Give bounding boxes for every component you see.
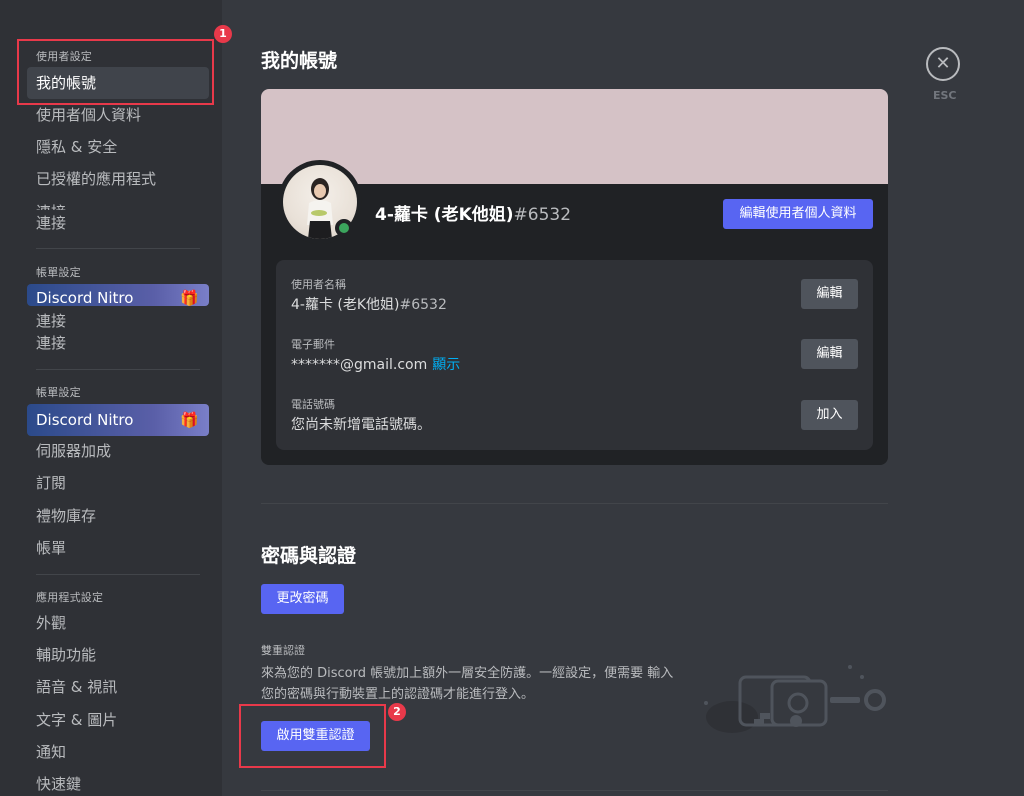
sidebar-item-voice-video[interactable]: 語音 & 視訊 bbox=[27, 671, 209, 703]
annotation-box-1 bbox=[17, 39, 214, 105]
change-password-button[interactable]: 更改密碼 bbox=[261, 584, 344, 614]
sidebar-item-nitro[interactable]: Discord Nitro 🎁 bbox=[27, 404, 209, 436]
annotation-number-1: 1 bbox=[214, 25, 232, 43]
phone-field-label: 電話號碼 bbox=[291, 398, 335, 411]
sidebar-item-keybinds[interactable]: 快速鍵 bbox=[27, 768, 209, 796]
account-fields: 使用者名稱 4-蘿卡 (老K他姐)#6532 編輯 電子郵件 *******@g… bbox=[276, 260, 873, 450]
sidebar-item-connections[interactable]: 連接 bbox=[27, 207, 209, 239]
phone-field-value: 您尚未新增電話號碼。 bbox=[291, 417, 431, 433]
nitro-label: Discord Nitro bbox=[36, 289, 134, 306]
sidebar-item-accessibility[interactable]: 輔助功能 bbox=[27, 639, 209, 671]
main-content: 我的帳號 4-蘿卡 (老K他姐)#6532 編輯使用者個人資料 使用者名稱 4- bbox=[222, 0, 1024, 796]
section-divider bbox=[261, 503, 888, 504]
add-phone-button[interactable]: 加入 bbox=[801, 400, 858, 430]
nitro-label: Discord Nitro bbox=[36, 411, 134, 429]
email-field-label: 電子郵件 bbox=[291, 338, 335, 351]
gift-icon: 🎁 bbox=[180, 411, 199, 429]
section-divider bbox=[261, 790, 888, 791]
reveal-email-link[interactable]: 顯示 bbox=[432, 357, 460, 373]
sidebar-item-connections-3[interactable]: 連接 bbox=[27, 327, 209, 359]
twofa-label: 雙重認證 bbox=[261, 644, 305, 657]
sidebar-item-subscriptions[interactable]: 訂閱 bbox=[27, 467, 209, 499]
section-header-billing-2: 帳單設定 bbox=[36, 386, 81, 399]
page-title: 我的帳號 bbox=[261, 50, 338, 72]
sidebar-item-server-boost[interactable]: 伺服器加成 bbox=[27, 435, 209, 467]
account-profile-card: 4-蘿卡 (老K他姐)#6532 編輯使用者個人資料 使用者名稱 4-蘿卡 (老… bbox=[261, 89, 888, 465]
sidebar-item-privacy-safety[interactable]: 隱私 & 安全 bbox=[27, 131, 209, 163]
username-field-value: 4-蘿卡 (老K他姐)#6532 bbox=[291, 294, 447, 314]
password-section-title: 密碼與認證 bbox=[261, 545, 357, 567]
online-status-icon bbox=[335, 219, 353, 237]
edit-username-button[interactable]: 編輯 bbox=[801, 279, 858, 309]
sidebar-item-text-images[interactable]: 文字 & 圖片 bbox=[27, 704, 209, 736]
sidebar-item-appearance[interactable]: 外觀 bbox=[27, 607, 209, 639]
card-username: 4-蘿卡 (老K他姐)#6532 bbox=[375, 200, 571, 225]
username-field-label: 使用者名稱 bbox=[291, 278, 346, 291]
sidebar-divider bbox=[36, 369, 200, 370]
sidebar-item-billing[interactable]: 帳單 bbox=[27, 532, 209, 564]
username-tag: #6532 bbox=[513, 205, 572, 225]
email-value: *******@gmail.com bbox=[291, 357, 428, 373]
sidebar-divider bbox=[36, 248, 200, 249]
section-header-billing: 帳單設定 bbox=[36, 266, 81, 279]
email-field-value: *******@gmail.com 顯示 bbox=[291, 354, 460, 374]
gift-icon: 🎁 bbox=[180, 289, 199, 306]
sidebar-item-gift-inventory[interactable]: 禮物庫存 bbox=[27, 500, 209, 532]
username-text: 4-蘿卡 (老K他姐) bbox=[375, 205, 514, 225]
settings-sidebar: 使用者設定 我的帳號 使用者個人資料 隱私 & 安全 已授權的應用程式 連接 連… bbox=[0, 0, 222, 796]
username-tag-value: #6532 bbox=[399, 297, 447, 313]
sidebar-item-nitro-clipped[interactable]: Discord Nitro 🎁 bbox=[27, 284, 209, 306]
edit-user-profile-button[interactable]: 編輯使用者個人資料 bbox=[723, 199, 873, 229]
safe-illustration-icon bbox=[700, 655, 890, 735]
twofa-description: 來為您的 Discord 帳號加上額外一層安全防護。一經設定，便需要 輸入您的密… bbox=[261, 666, 674, 702]
avatar[interactable] bbox=[278, 160, 362, 244]
annotation-number-2: 2 bbox=[388, 703, 406, 721]
close-icon[interactable]: ✕ bbox=[926, 47, 960, 81]
sidebar-item-notifications[interactable]: 通知 bbox=[27, 736, 209, 768]
sidebar-item-authorized-apps[interactable]: 已授權的應用程式 bbox=[27, 163, 209, 195]
username-value: 4-蘿卡 (老K他姐) bbox=[291, 297, 400, 313]
section-header-app-settings: 應用程式設定 bbox=[36, 591, 104, 604]
esc-label: ESC bbox=[933, 89, 957, 102]
edit-email-button[interactable]: 編輯 bbox=[801, 339, 858, 369]
annotation-box-2 bbox=[239, 704, 386, 768]
sidebar-divider bbox=[36, 574, 200, 575]
profile-banner bbox=[261, 89, 888, 184]
